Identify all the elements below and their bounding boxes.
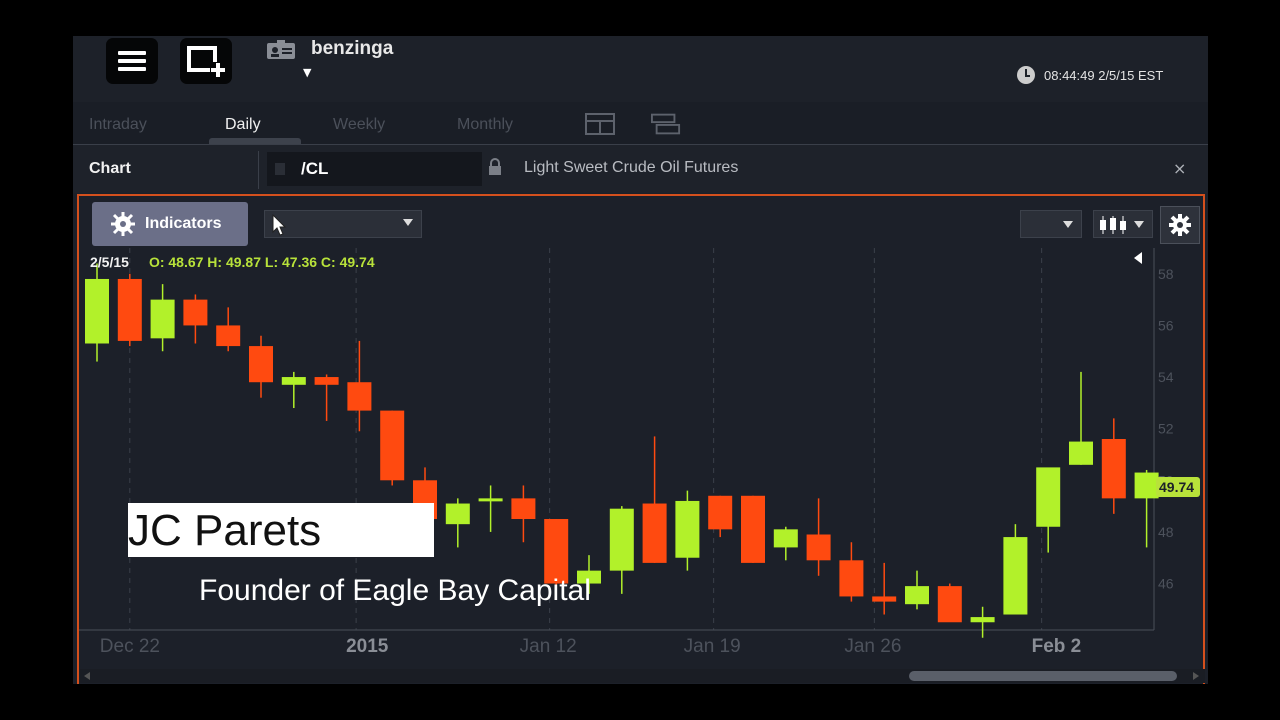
candle-up bbox=[478, 498, 503, 502]
chevron-down-icon bbox=[1134, 221, 1144, 228]
x-tick-label: Dec 22 bbox=[100, 636, 160, 657]
candle-down bbox=[937, 586, 962, 623]
candle-up bbox=[773, 529, 798, 548]
candle-up bbox=[1134, 472, 1159, 499]
pointer-arrow-icon bbox=[272, 214, 287, 236]
y-tick-label: 54 bbox=[1158, 369, 1174, 385]
candle-down bbox=[216, 325, 241, 347]
chevron-down-icon bbox=[1063, 221, 1073, 228]
x-tick-label: Jan 19 bbox=[684, 636, 741, 657]
candlestick-icon bbox=[1100, 216, 1126, 234]
candle-up bbox=[675, 500, 700, 558]
symbol-description: Light Sweet Crude Oil Futures bbox=[524, 159, 739, 176]
header: benzinga ▼ 08:44:49 2/5/15 EST bbox=[73, 36, 1208, 102]
hamburger-icon bbox=[118, 47, 146, 75]
candle-up bbox=[1069, 441, 1093, 465]
tab-daily[interactable]: Daily bbox=[225, 116, 261, 134]
symbol-input[interactable]: /CL bbox=[267, 152, 482, 186]
x-tick-label: Feb 2 bbox=[1032, 636, 1082, 657]
menu-button[interactable] bbox=[106, 38, 158, 84]
candle-up bbox=[1036, 467, 1061, 527]
candle-up bbox=[609, 508, 634, 571]
tab-intraday[interactable]: Intraday bbox=[89, 116, 147, 134]
layout-stack-icon[interactable] bbox=[651, 112, 681, 136]
y-tick-label: 58 bbox=[1158, 266, 1174, 282]
user-dropdown-caret-icon[interactable]: ▼ bbox=[303, 66, 311, 79]
period-tabs: Intraday Daily Weekly Monthly bbox=[73, 102, 1208, 145]
candle-up bbox=[150, 299, 175, 339]
candle-down bbox=[380, 410, 405, 481]
ohlc-date: 2/5/15 bbox=[90, 254, 129, 270]
clock-time: 08:44:49 2/5/15 EST bbox=[1044, 68, 1164, 83]
ohlc-readout: 2/5/15 O: 48.67 H: 49.87 L: 47.36 C: 49.7… bbox=[90, 254, 375, 270]
indicators-label: Indicators bbox=[145, 215, 222, 232]
candle-up bbox=[445, 503, 470, 525]
active-tab-indicator bbox=[209, 138, 301, 144]
x-tick-label: Jan 26 bbox=[844, 636, 901, 657]
candle-down bbox=[511, 498, 536, 520]
chart-settings-button[interactable] bbox=[1160, 206, 1200, 244]
last-price-label: 49.74 bbox=[1159, 479, 1194, 495]
candle-down bbox=[314, 377, 339, 385]
candle-down bbox=[1101, 439, 1126, 499]
candle-down bbox=[183, 299, 208, 326]
gear-icon bbox=[1169, 214, 1191, 236]
candle-down bbox=[347, 382, 372, 411]
symbol-bar: Chart /CL Light Sweet Crude Oil Futures … bbox=[73, 145, 1208, 193]
drawing-tool-select[interactable] bbox=[1020, 210, 1082, 238]
candle-down bbox=[642, 503, 667, 563]
chart-panel: 4648505254565849.74Dec 222015Jan 12Jan 1… bbox=[77, 194, 1205, 684]
y-tick-label: 48 bbox=[1158, 524, 1174, 540]
close-icon[interactable]: × bbox=[1173, 159, 1186, 178]
candle-up bbox=[281, 377, 306, 385]
candle-down bbox=[741, 495, 765, 563]
candle-down bbox=[117, 278, 142, 341]
lock-icon bbox=[489, 158, 501, 175]
clock-icon bbox=[1017, 66, 1035, 84]
tab-weekly[interactable]: Weekly bbox=[333, 116, 385, 134]
candle-up bbox=[905, 586, 929, 605]
candle-down bbox=[249, 346, 273, 383]
indicators-button[interactable]: Indicators bbox=[92, 202, 248, 246]
candle-down bbox=[806, 534, 831, 561]
candle-up bbox=[970, 617, 995, 623]
x-tick-label: Jan 12 bbox=[520, 636, 577, 657]
candle-up bbox=[1003, 537, 1028, 615]
divider bbox=[258, 151, 259, 189]
candle-down bbox=[839, 560, 864, 597]
chart-type-select[interactable] bbox=[1093, 210, 1153, 238]
candle-down bbox=[872, 596, 897, 602]
ohlc-values: O: 48.67 H: 49.87 L: 47.36 C: 49.74 bbox=[148, 254, 375, 270]
candle-up bbox=[85, 278, 109, 344]
indicators-gear-icon bbox=[111, 212, 135, 236]
tab-monthly[interactable]: Monthly bbox=[457, 116, 513, 134]
caption-name: JC Parets bbox=[128, 506, 322, 555]
scroll-thumb[interactable] bbox=[909, 671, 1177, 681]
y-tick-label: 52 bbox=[1158, 421, 1174, 437]
chart-label: Chart bbox=[89, 160, 131, 177]
user-name[interactable]: benzinga bbox=[311, 38, 393, 60]
caption-name-box: JC Parets bbox=[128, 503, 434, 557]
user-badge-icon bbox=[267, 40, 295, 59]
chart-scrollbar[interactable] bbox=[80, 669, 1205, 683]
y-tick-label: 56 bbox=[1158, 317, 1174, 333]
chevron-down-icon bbox=[403, 219, 413, 226]
layout-grid-icon[interactable] bbox=[585, 112, 615, 136]
collapse-arrow-icon bbox=[1134, 252, 1142, 264]
add-window-icon bbox=[187, 46, 226, 78]
candle-down bbox=[708, 495, 733, 530]
x-tick-label: 2015 bbox=[346, 636, 389, 657]
cursor-mode-select[interactable] bbox=[264, 210, 422, 238]
caption-title: Founder of Eagle Bay Capital bbox=[199, 574, 591, 607]
symbol-value: /CL bbox=[301, 159, 329, 178]
new-window-button[interactable] bbox=[180, 38, 232, 84]
scroll-left-icon[interactable] bbox=[84, 672, 90, 680]
scroll-right-icon[interactable] bbox=[1193, 672, 1199, 680]
y-tick-label: 46 bbox=[1158, 576, 1174, 592]
drag-handle-icon[interactable] bbox=[275, 163, 285, 175]
